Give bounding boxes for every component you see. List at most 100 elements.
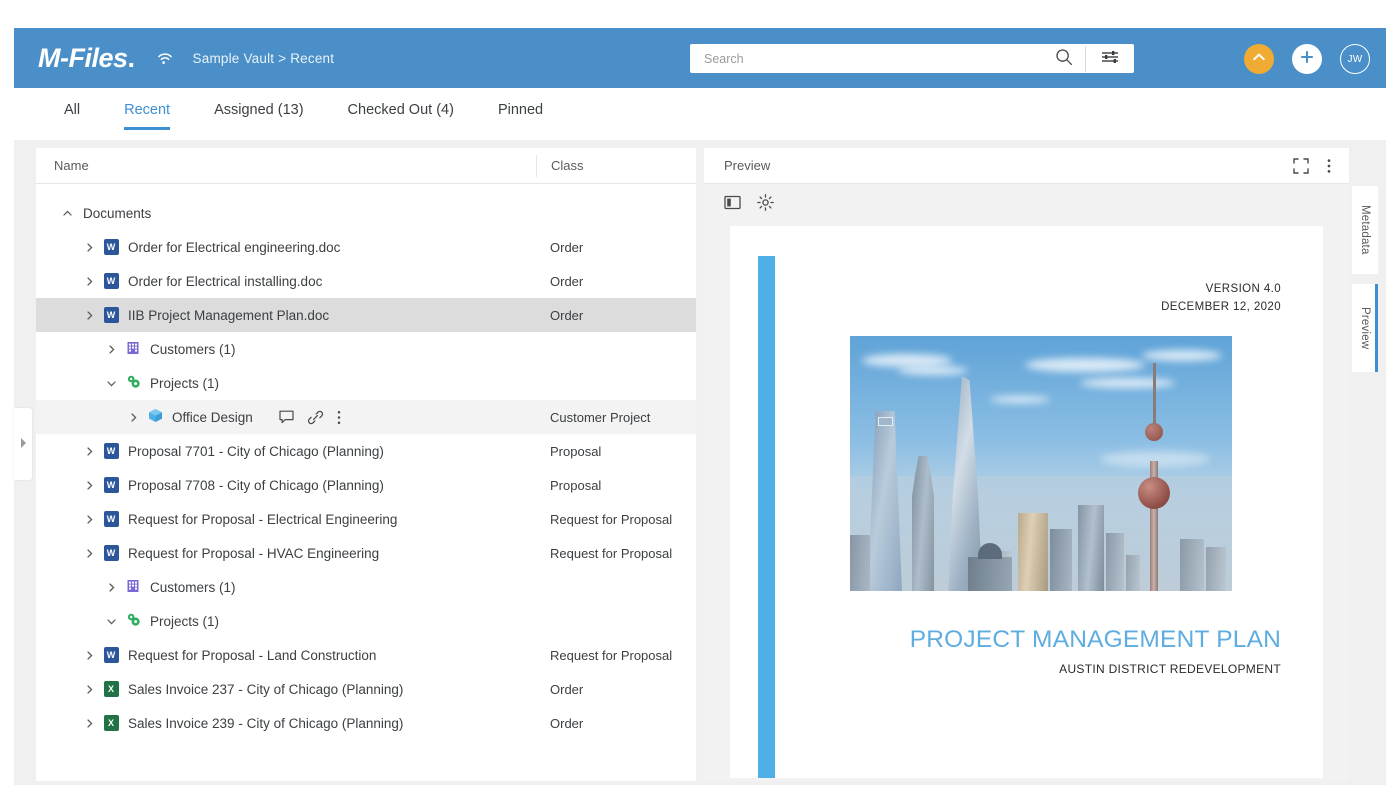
split-panel-icon[interactable]	[724, 195, 741, 210]
content-area: Name Class Documents W Order for Electrica…	[14, 140, 1386, 785]
preview-header: Preview	[704, 148, 1349, 184]
row-label: Request for Proposal - Electrical Engine…	[128, 511, 398, 527]
row-class: Order	[550, 239, 584, 255]
comment-icon[interactable]	[279, 410, 294, 424]
chevron-right-icon[interactable]	[85, 546, 94, 561]
preview-more-options-icon[interactable]	[1327, 158, 1331, 174]
chevron-right-icon[interactable]	[107, 342, 116, 357]
document-version-block: VERSION 4.0 DECEMBER 12, 2020	[1161, 281, 1281, 317]
chevron-down-icon[interactable]	[106, 614, 116, 629]
table-row[interactable]: Projects (1)	[36, 366, 696, 400]
word-doc-icon: W	[103, 443, 119, 459]
word-doc-icon: W	[103, 273, 119, 289]
side-tab-preview[interactable]: Preview	[1352, 284, 1378, 372]
table-row[interactable]: Documents	[36, 196, 696, 230]
table-row[interactable]: W Proposal 7708 - City of Chicago (Planni…	[36, 468, 696, 502]
tab-all[interactable]: All	[64, 88, 80, 130]
chevron-right-icon[interactable]	[85, 512, 94, 527]
document-subtitle: AUSTIN DISTRICT REDEVELOPMENT	[1059, 662, 1281, 676]
upload-button[interactable]	[1244, 44, 1274, 74]
row-class: Order	[550, 307, 584, 323]
search-button[interactable]	[1043, 44, 1085, 73]
table-row[interactable]: W Order for Electrical installing.doc Orde…	[36, 264, 696, 298]
chevron-right-icon[interactable]	[129, 410, 138, 425]
table-row[interactable]: W Request for Proposal - Land Constructio…	[36, 638, 696, 672]
column-header-class[interactable]: Class	[536, 154, 696, 177]
add-button[interactable]	[1292, 44, 1322, 74]
sidebar-expand-handle[interactable]	[14, 408, 32, 480]
row-label: Customers (1)	[150, 341, 236, 357]
table-row[interactable]: Customers (1)	[36, 570, 696, 604]
table-row[interactable]: W IIB Project Management Plan.doc Order	[36, 298, 696, 332]
object-list-panel: Name Class Documents W Order for Electrica…	[36, 148, 696, 781]
logo-text: M-Files	[38, 42, 128, 73]
chevron-up-icon[interactable]	[62, 206, 72, 221]
table-row[interactable]: Customers (1)	[36, 332, 696, 366]
table-row[interactable]: W Proposal 7701 - City of Chicago (Planni…	[36, 434, 696, 468]
chevron-right-icon[interactable]	[85, 682, 94, 697]
table-row[interactable]: W Request for Proposal - Electrical Engin…	[36, 502, 696, 536]
document-date: DECEMBER 12, 2020	[1161, 300, 1281, 313]
fullscreen-icon[interactable]	[1293, 157, 1309, 174]
chevron-right-icon[interactable]	[85, 444, 94, 459]
row-label: Projects (1)	[150, 613, 220, 629]
preview-stage: VERSION 4.0 DECEMBER 12, 2020 PROJECT MA…	[704, 220, 1349, 781]
table-row[interactable]: W Order for Electrical engineering.doc Ord…	[36, 230, 696, 264]
avatar-initials: JW	[1347, 53, 1363, 65]
document-version: VERSION 4.0	[1205, 283, 1281, 295]
more-options-icon[interactable]	[337, 410, 341, 425]
link-icon[interactable]	[307, 410, 323, 425]
document-page[interactable]: VERSION 4.0 DECEMBER 12, 2020 PROJECT MA…	[730, 226, 1323, 778]
breadcrumb[interactable]: Sample Vault > Recent	[193, 51, 335, 66]
logo-dot: .	[127, 42, 136, 73]
row-label: Order for Electrical engineering.doc	[128, 239, 341, 255]
tab-assigned[interactable]: Assigned (13)	[214, 88, 303, 130]
gear-icon[interactable]	[757, 193, 774, 211]
tab-label: All	[64, 102, 81, 118]
chevron-right-icon[interactable]	[85, 240, 94, 255]
table-row[interactable]: Office Design Customer Project	[36, 400, 696, 434]
row-label: Customers (1)	[150, 579, 236, 595]
chevron-right-icon[interactable]	[85, 308, 94, 323]
tab-checked-out[interactable]: Checked Out (4)	[348, 88, 454, 130]
row-action-icons	[279, 410, 341, 425]
mfiles-logo[interactable]: M-Files.	[38, 43, 135, 74]
plus-icon	[1299, 49, 1315, 70]
row-class: Proposal	[550, 477, 602, 493]
avatar[interactable]: JW	[1340, 44, 1370, 74]
search-icon	[1055, 48, 1073, 69]
side-tab-label: Metadata	[1359, 205, 1371, 255]
customers-icon	[126, 579, 140, 596]
chevron-right-icon[interactable]	[85, 716, 94, 731]
word-doc-icon: W	[103, 477, 119, 493]
row-label: Sales Invoice 237 - City of Chicago (Pla…	[128, 681, 404, 697]
search-input[interactable]	[690, 44, 1043, 73]
document-title: PROJECT MANAGEMENT PLAN	[909, 626, 1281, 653]
row-class: Order	[550, 273, 584, 289]
tab-recent[interactable]: Recent	[124, 88, 170, 130]
chevron-right-icon[interactable]	[85, 274, 94, 289]
side-tab-metadata[interactable]: Metadata	[1352, 186, 1378, 274]
filter-sliders-icon	[1100, 49, 1120, 68]
search-filter-button[interactable]	[1086, 44, 1134, 73]
row-label: Projects (1)	[150, 375, 220, 391]
column-header-name[interactable]: Name	[36, 158, 536, 173]
chevron-right-icon[interactable]	[85, 648, 94, 663]
word-doc-icon: W	[103, 307, 119, 323]
excel-doc-icon: X	[103, 715, 119, 731]
row-class: Request for Proposal	[550, 545, 673, 561]
chevron-down-icon[interactable]	[106, 376, 116, 391]
preview-toolbar	[704, 184, 1349, 220]
row-label: Proposal 7708 - City of Chicago (Plannin…	[128, 477, 384, 493]
table-row[interactable]: Projects (1)	[36, 604, 696, 638]
chevron-right-icon[interactable]	[107, 580, 116, 595]
table-row[interactable]: X Sales Invoice 239 - City of Chicago (Pl…	[36, 706, 696, 740]
table-row[interactable]: X Sales Invoice 237 - City of Chicago (Pl…	[36, 672, 696, 706]
word-doc-icon: W	[103, 545, 119, 561]
chevron-right-icon[interactable]	[85, 478, 94, 493]
row-label: Office Design	[172, 409, 253, 425]
search-bar	[690, 44, 1134, 73]
tab-pinned[interactable]: Pinned	[498, 88, 543, 130]
table-row[interactable]: W Request for Proposal - HVAC Engineering…	[36, 536, 696, 570]
row-class: Proposal	[550, 443, 602, 459]
